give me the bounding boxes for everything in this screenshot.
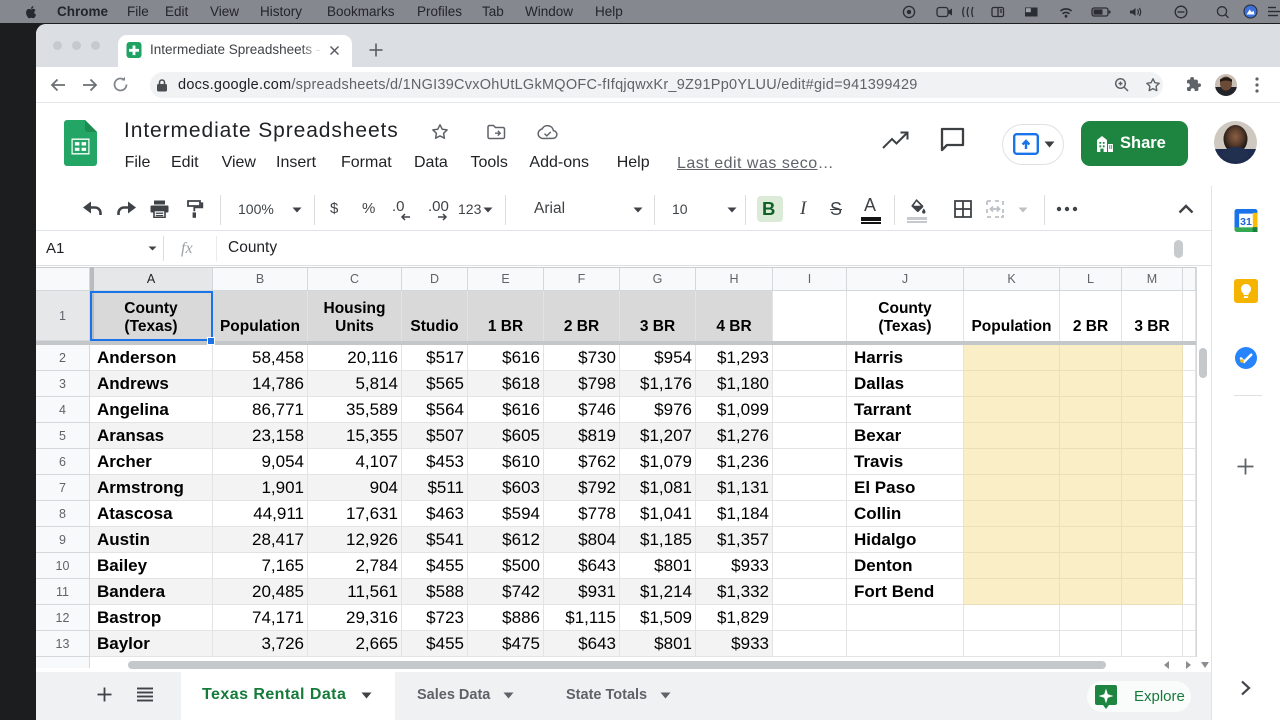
svg-text:31: 31 bbox=[1240, 216, 1252, 228]
